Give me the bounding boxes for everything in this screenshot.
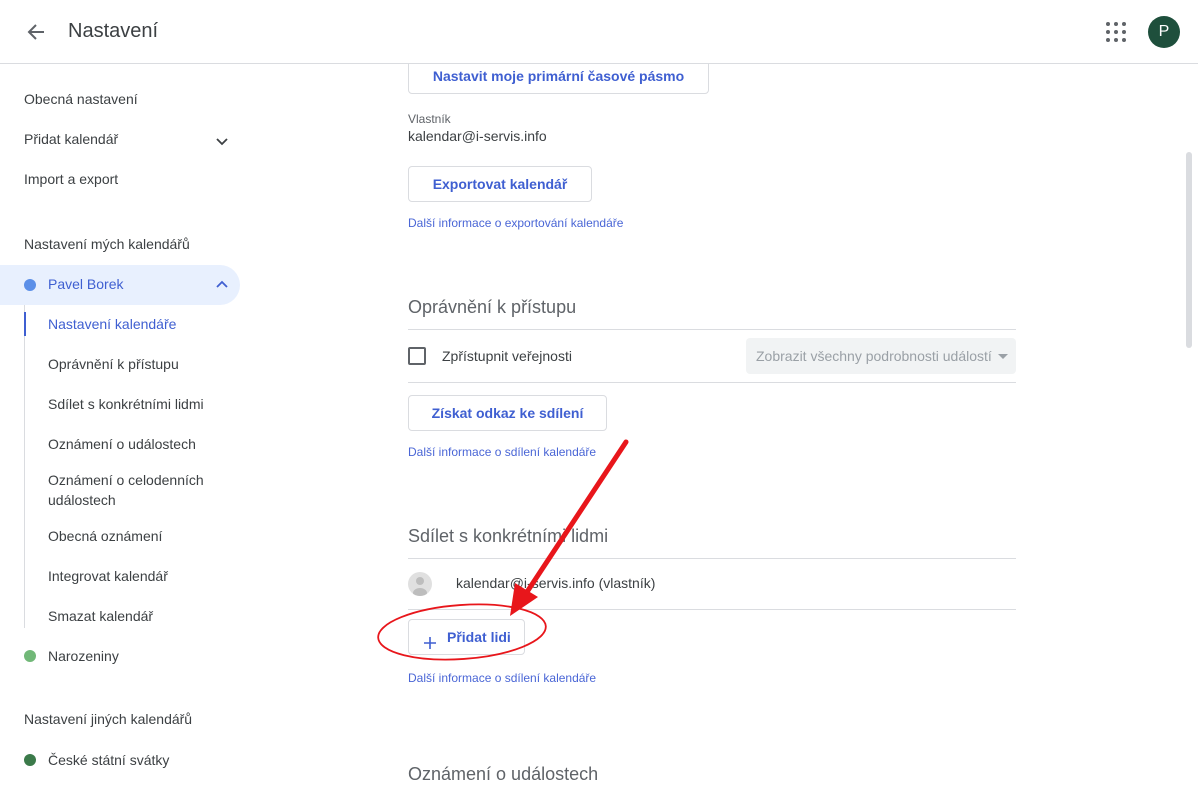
calendar-color-dot <box>24 754 36 766</box>
notifications-section-title: Oznámení o událostech <box>408 764 599 784</box>
chevron-up-icon[interactable] <box>214 277 230 293</box>
sidebar-subitem-event-notifications[interactable]: Oznámení o událostech <box>48 434 196 454</box>
chevron-down-icon[interactable] <box>214 133 230 149</box>
share-section-title: Sdílet s konkrétními lidmi <box>408 526 609 546</box>
sidebar-item-birthdays[interactable]: Narozeniny <box>48 646 119 666</box>
access-info-link[interactable]: Další informace o sdílení kalendáře <box>408 445 596 459</box>
sidebar-subitem-integrate[interactable]: Integrovat kalendář <box>48 566 168 586</box>
arrow-left-icon[interactable] <box>22 18 50 46</box>
sidebar: Obecná nastavení Přidat kalendář Import … <box>0 64 250 793</box>
sidebar-subitem-general-notifications[interactable]: Obecná oznámení <box>48 526 162 546</box>
avatar[interactable]: P <box>1148 16 1180 48</box>
scrollbar[interactable] <box>1186 152 1192 348</box>
divider <box>408 609 1016 610</box>
divider <box>408 382 1016 383</box>
plus-icon <box>422 629 438 649</box>
person-avatar-icon <box>408 572 432 596</box>
my-calendars-heading: Nastavení mých kalendářů <box>24 236 190 252</box>
divider <box>408 329 1016 330</box>
owner-value: kalendar@i-servis.info <box>408 128 547 144</box>
shared-person: kalendar@i-servis.info (vlastník) <box>456 575 656 591</box>
share-info-link[interactable]: Další informace o sdílení kalendáře <box>408 671 596 685</box>
export-info-link[interactable]: Další informace o exportování kalendáře <box>408 216 623 230</box>
access-section-title: Oprávnění k přístupu <box>408 297 577 317</box>
sidebar-subitem-share[interactable]: Sdílet s konkrétními lidmi <box>48 394 204 414</box>
public-checkbox-label: Zpřístupnit veřejnosti <box>442 348 572 364</box>
sidebar-item-czech-holidays[interactable]: České státní svátky <box>48 750 169 770</box>
calendar-color-dot <box>24 279 36 291</box>
calendar-color-dot <box>24 650 36 662</box>
set-timezone-button[interactable]: Nastavit moje primární časové pásmo <box>408 64 709 94</box>
sidebar-item-import-export[interactable]: Import a export <box>24 171 118 187</box>
detail-level-select[interactable]: Zobrazit všechny podrobnosti událostí <box>746 338 1016 374</box>
submenu-line <box>24 305 25 628</box>
add-people-label: Přidat lidi <box>447 629 511 645</box>
main-content: Nastavit moje primární časové pásmo Vlas… <box>250 64 1198 793</box>
dropdown-arrow-icon <box>998 354 1008 359</box>
app-header: Nastavení P <box>0 0 1198 64</box>
sidebar-item-general[interactable]: Obecná nastavení <box>24 91 138 107</box>
public-checkbox[interactable] <box>408 347 426 365</box>
sidebar-subitem-calendar-settings[interactable]: Nastavení kalendáře <box>48 314 176 334</box>
active-indicator <box>24 312 26 336</box>
other-calendars-heading: Nastavení jiných kalendářů <box>24 711 193 727</box>
apps-grid-icon[interactable] <box>1104 20 1128 44</box>
get-share-link-button[interactable]: Získat odkaz ke sdílení <box>408 395 607 431</box>
sidebar-item-add-calendar[interactable]: Přidat kalendář <box>24 131 118 147</box>
sidebar-item-pavel-borek[interactable]: Pavel Borek <box>0 265 240 305</box>
page-title: Nastavení <box>68 20 159 42</box>
divider <box>408 558 1016 559</box>
select-value: Zobrazit všechny podrobnosti událostí <box>756 348 992 364</box>
add-people-button[interactable]: Přidat lidi <box>408 619 525 655</box>
owner-label: Vlastník <box>408 112 451 126</box>
sidebar-subitem-delete[interactable]: Smazat kalendář <box>48 606 153 626</box>
sidebar-subitem-allday-notifications[interactable]: Oznámení o celodenních událostech <box>48 470 218 510</box>
export-calendar-button[interactable]: Exportovat kalendář <box>408 166 592 202</box>
calendar-name: Pavel Borek <box>48 276 124 292</box>
sidebar-subitem-access[interactable]: Oprávnění k přístupu <box>48 354 179 374</box>
